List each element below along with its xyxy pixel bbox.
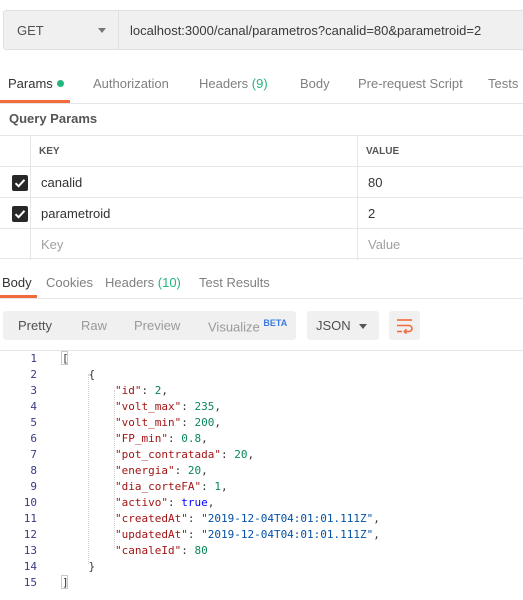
tab-params-label: Params [8, 76, 53, 91]
code-line: 2 { [0, 367, 523, 383]
code-text: "activo": true, [114, 496, 215, 509]
query-params-title: Query Params [9, 111, 98, 126]
tab-authorization[interactable]: Authorization [93, 76, 169, 91]
code-text: "FP_min": 0.8, [114, 432, 208, 445]
line-number: 8 [30, 464, 37, 477]
view-pretty-button[interactable]: Pretty [18, 318, 52, 333]
table-bottom-border [0, 258, 523, 259]
value-column-header: VALUE [366, 146, 400, 157]
view-preview-button[interactable]: Preview [134, 318, 180, 333]
code-line: 13 "canaleId": 80 [0, 543, 523, 559]
param-value[interactable]: 2 [368, 206, 375, 221]
url-input[interactable]: localhost:3000/canal/parametros?canalid=… [118, 10, 523, 50]
request-bar: GET localhost:3000/canal/parametros?cana… [0, 0, 523, 63]
new-value-input[interactable]: Value [368, 237, 400, 252]
tab-params[interactable]: Params [8, 76, 64, 91]
line-number: 13 [23, 544, 37, 557]
code-line: 4 "volt_max": 235, [0, 399, 523, 415]
params-active-dot-icon [56, 80, 64, 87]
line-number: 1 [30, 352, 37, 365]
code-text: "pot_contratada": 20, [114, 448, 255, 461]
code-line: 9 "dia_corteFA": 1, [0, 479, 523, 495]
code-line: 5 "volt_min": 200, [0, 415, 523, 431]
active-tab-indicator [0, 100, 70, 103]
visualize-label: Visualize [208, 319, 260, 335]
line-number: 5 [30, 416, 37, 429]
line-number: 14 [23, 560, 37, 573]
tab-body[interactable]: Body [300, 76, 330, 91]
tab-response-body[interactable]: Body [2, 275, 32, 290]
line-number: 6 [30, 432, 37, 445]
view-mode-bar: Pretty Raw Preview Visualize BETA [3, 311, 296, 340]
key-column-header: KEY [39, 146, 60, 157]
code-text: "id": 2, [114, 384, 168, 397]
code-line: 6 "FP_min": 0.8, [0, 431, 523, 447]
code-line: 1[ [0, 351, 523, 367]
tab-tests[interactable]: Tests [488, 76, 518, 91]
code-text: "dia_corteFA": 1, [114, 480, 228, 493]
line-number: 3 [30, 384, 37, 397]
code-line: 8 "energia": 20, [0, 463, 523, 479]
table-row: parametroid 2 [0, 197, 523, 229]
line-number: 2 [30, 368, 37, 381]
tab-response-headers-label: Headers [105, 275, 155, 290]
line-number: 9 [30, 480, 37, 493]
tab-response-headers-count: (10) [157, 275, 181, 290]
response-tabs: Body Cookies Headers (10) Test Results [0, 266, 523, 299]
format-label: JSON [316, 318, 351, 333]
beta-badge: BETA [263, 318, 288, 328]
view-visualize-button[interactable]: Visualize BETA [208, 318, 287, 334]
tab-headers-count: (9) [251, 76, 268, 91]
param-key[interactable]: canalid [41, 175, 82, 190]
method-label: GET [17, 22, 44, 38]
checkbox-checked-icon[interactable] [12, 175, 28, 191]
line-number: 12 [23, 528, 37, 541]
code-line: 14 } [0, 559, 523, 575]
tab-cookies[interactable]: Cookies [46, 275, 93, 290]
line-number: 7 [30, 448, 37, 461]
request-tabs: Params Authorization Headers (9) Body Pr… [0, 63, 523, 104]
line-number: 11 [23, 512, 37, 525]
code-line: 15] [0, 575, 523, 591]
tab-response-headers[interactable]: Headers (10) [105, 275, 181, 290]
code-text: "createdAt": "2019-12-04T04:01:01.111Z", [114, 512, 380, 525]
code-text: ] [62, 576, 69, 589]
param-value[interactable]: 80 [368, 175, 382, 190]
table-row-new: Key Value [0, 228, 523, 260]
code-text: "energia": 20, [114, 464, 208, 477]
line-number: 15 [23, 576, 37, 589]
table-row: canalid 80 [0, 166, 523, 198]
new-key-input[interactable]: Key [41, 237, 63, 252]
tab-headers-label: Headers [199, 76, 249, 91]
param-key[interactable]: parametroid [41, 206, 110, 221]
view-raw-button[interactable]: Raw [81, 318, 107, 333]
format-select[interactable]: JSON [307, 311, 379, 340]
tab-pre-request-script[interactable]: Pre-request Script [358, 76, 463, 91]
wrap-lines-icon [397, 319, 413, 334]
method-select[interactable]: GET [3, 10, 119, 50]
code-text: "updatedAt": "2019-12-04T04:01:01.111Z", [114, 528, 380, 541]
code-line: 11 "createdAt": "2019-12-04T04:01:01.111… [0, 511, 523, 527]
code-text: "volt_max": 235, [114, 400, 221, 413]
code-text: } [62, 560, 96, 573]
line-number: 10 [23, 496, 37, 509]
tab-test-results[interactable]: Test Results [199, 275, 270, 290]
chevron-down-icon [98, 28, 106, 33]
active-response-tab-indicator [0, 295, 37, 298]
table-header-row: KEY VALUE [0, 135, 523, 167]
line-number: 4 [30, 400, 37, 413]
chevron-down-icon [359, 324, 367, 329]
code-text: "volt_min": 200, [114, 416, 221, 429]
code-text: [ [62, 352, 69, 365]
code-text: { [62, 368, 96, 381]
checkbox-checked-icon[interactable] [12, 206, 28, 222]
code-line: 12 "updatedAt": "2019-12-04T04:01:01.111… [0, 527, 523, 543]
tab-headers[interactable]: Headers (9) [199, 76, 268, 91]
code-text: "canaleId": 80 [114, 544, 208, 557]
wrap-lines-button[interactable] [389, 311, 420, 340]
code-line: 3 "id": 2, [0, 383, 523, 399]
code-line: 7 "pot_contratada": 20, [0, 447, 523, 463]
code-line: 10 "activo": true, [0, 495, 523, 511]
